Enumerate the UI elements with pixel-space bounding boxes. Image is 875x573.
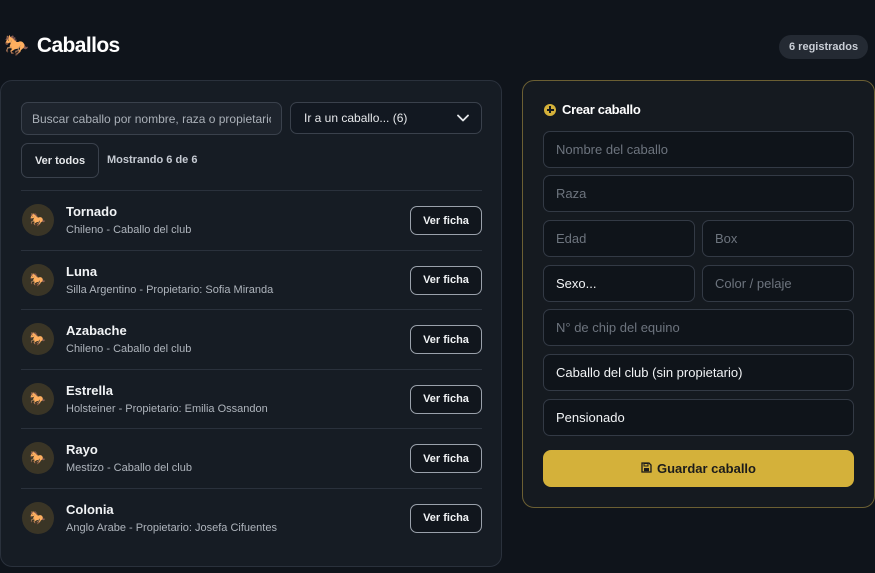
view-record-button[interactable]: Ver ficha xyxy=(410,384,482,414)
horse-list-panel: Ir a un caballo... (6) Ver todos Mostran… xyxy=(0,80,502,567)
horse-list: 🐎 Tornado Chileno - Caballo del club Ver… xyxy=(21,190,482,547)
count-badge: 6 registrados xyxy=(779,35,869,59)
horse-avatar-icon: 🐎 xyxy=(22,323,54,355)
list-item: 🐎 Luna Silla Argentino - Propietario: So… xyxy=(21,249,482,310)
horse-avatar-icon: 🐎 xyxy=(22,442,54,474)
horse-avatar-icon: 🐎 xyxy=(22,382,54,415)
horse-icon: 🐎 xyxy=(4,35,29,57)
list-item: 🐎 Tornado Chileno - Caballo del club Ver… xyxy=(21,190,482,250)
age-field[interactable] xyxy=(543,220,695,257)
view-record-button[interactable]: Ver ficha xyxy=(410,444,482,473)
show-all-button[interactable]: Ver todos xyxy=(21,143,99,178)
horse-details: Mestizo - Caballo del club xyxy=(66,462,192,474)
chip-number-field[interactable] xyxy=(543,309,854,346)
horse-name-field[interactable] xyxy=(543,131,854,168)
page-title: Caballos xyxy=(36,34,120,57)
list-item: 🐎 Rayo Mestizo - Caballo del club Ver fi… xyxy=(21,428,482,488)
save-horse-button[interactable]: Guardar caballo xyxy=(543,450,854,487)
horse-avatar-icon: 🐎 xyxy=(22,263,54,296)
view-record-button[interactable]: Ver ficha xyxy=(410,206,482,235)
goto-horse-select-label: Ir a un caballo... (6) xyxy=(304,111,408,125)
view-record-button[interactable]: Ver ficha xyxy=(410,265,482,295)
chevron-down-icon xyxy=(457,114,469,122)
sex-select[interactable]: Sexo... xyxy=(543,265,695,302)
horse-name: Tornado xyxy=(66,204,118,219)
horse-name: Rayo xyxy=(66,442,98,457)
view-record-button[interactable]: Ver ficha xyxy=(410,503,482,533)
horse-name: Luna xyxy=(66,263,98,279)
box-field[interactable] xyxy=(702,220,854,257)
horse-name: Azabache xyxy=(66,323,127,338)
goto-horse-select[interactable]: Ir a un caballo... (6) xyxy=(290,102,482,134)
showing-count: Mostrando 6 de 6 xyxy=(107,154,198,166)
form-title-text: Crear caballo xyxy=(562,102,641,117)
page-title-group: 🐎 Caballos xyxy=(4,34,120,58)
view-record-button[interactable]: Ver ficha xyxy=(410,325,482,354)
owner-select[interactable]: Caballo del club (sin propietario) xyxy=(543,354,854,391)
horse-details: Chileno - Caballo del club xyxy=(66,343,192,355)
list-item: 🐎 Azabache Chileno - Caballo del club Ve… xyxy=(21,309,482,369)
horse-details: Holsteiner - Propietario: Emilia Ossando… xyxy=(66,402,268,415)
page-header: 🐎 Caballos 6 registrados xyxy=(0,0,875,80)
horse-name: Colonia xyxy=(66,501,114,517)
search-input[interactable] xyxy=(21,102,282,135)
status-select[interactable]: Pensionado xyxy=(543,399,854,436)
horse-avatar-icon: 🐎 xyxy=(22,204,54,236)
color-field[interactable] xyxy=(702,265,854,302)
save-button-label: Guardar caballo xyxy=(657,461,756,476)
horse-details: Anglo Arabe - Propietario: Josefa Cifuen… xyxy=(66,521,277,534)
create-horse-panel: Crear caballo Sexo... Caballo del club (… xyxy=(522,80,875,508)
horse-avatar-icon: 🐎 xyxy=(22,501,54,534)
horse-details: Silla Argentino - Propietario: Sofia Mir… xyxy=(66,283,274,296)
form-title: Crear caballo xyxy=(544,102,641,117)
breed-field[interactable] xyxy=(543,175,854,212)
horse-details: Chileno - Caballo del club xyxy=(66,224,192,236)
plus-circle-icon xyxy=(544,103,556,116)
list-item: 🐎 Colonia Anglo Arabe - Propietario: Jos… xyxy=(21,487,482,548)
list-item: 🐎 Estrella Holsteiner - Propietario: Emi… xyxy=(21,368,482,429)
horse-name: Estrella xyxy=(66,382,113,398)
floppy-disk-icon xyxy=(641,461,652,476)
